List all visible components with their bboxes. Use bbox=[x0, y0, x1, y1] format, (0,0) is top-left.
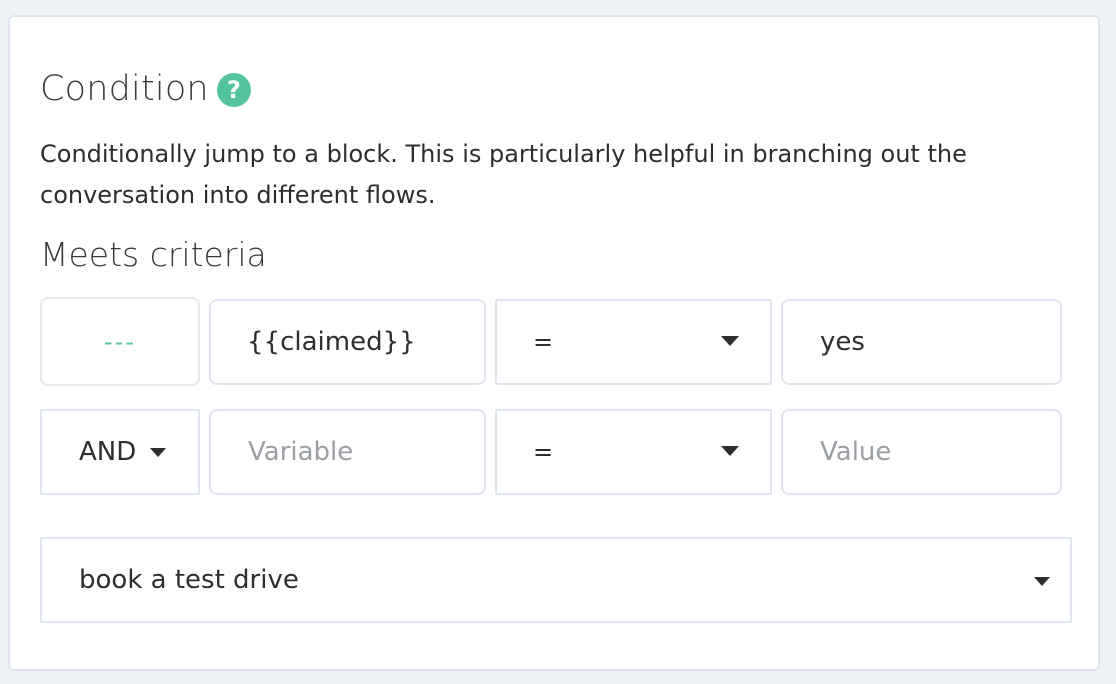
variable-placeholder: Variable bbox=[248, 437, 354, 467]
value-placeholder: Value bbox=[820, 437, 892, 467]
operator-select[interactable]: = bbox=[495, 409, 772, 495]
operator-value: = bbox=[533, 328, 554, 356]
title-row: Condition ? bbox=[40, 69, 251, 109]
connector-select[interactable]: AND bbox=[40, 409, 200, 495]
variable-value: {{claimed}} bbox=[247, 327, 416, 357]
value-input[interactable]: Value bbox=[781, 409, 1062, 495]
variable-input[interactable]: {{claimed}} bbox=[209, 299, 486, 385]
criteria-label: Meets criteria bbox=[40, 235, 267, 274]
chevron-down-icon bbox=[150, 448, 166, 457]
variable-input[interactable]: Variable bbox=[209, 409, 486, 495]
condition-card: Condition ? Conditionally jump to a bloc… bbox=[8, 15, 1100, 671]
chevron-down-icon bbox=[721, 446, 739, 456]
chevron-down-icon bbox=[1034, 577, 1050, 586]
value-value: yes bbox=[820, 327, 865, 357]
target-block-value: book a test drive bbox=[79, 565, 299, 595]
description: Conditionally jump to a block. This is p… bbox=[40, 140, 967, 209]
help-icon[interactable]: ? bbox=[216, 73, 251, 107]
operator-value: = bbox=[533, 438, 554, 466]
page-title: Condition bbox=[40, 69, 209, 109]
connector-value: AND bbox=[79, 437, 137, 467]
target-block-select[interactable]: book a test drive bbox=[40, 537, 1072, 623]
connector-placeholder: --- bbox=[40, 297, 200, 386]
chevron-down-icon bbox=[721, 336, 739, 346]
value-input[interactable]: yes bbox=[781, 299, 1062, 385]
operator-select[interactable]: = bbox=[495, 299, 772, 385]
connector-dashes: --- bbox=[104, 327, 136, 356]
